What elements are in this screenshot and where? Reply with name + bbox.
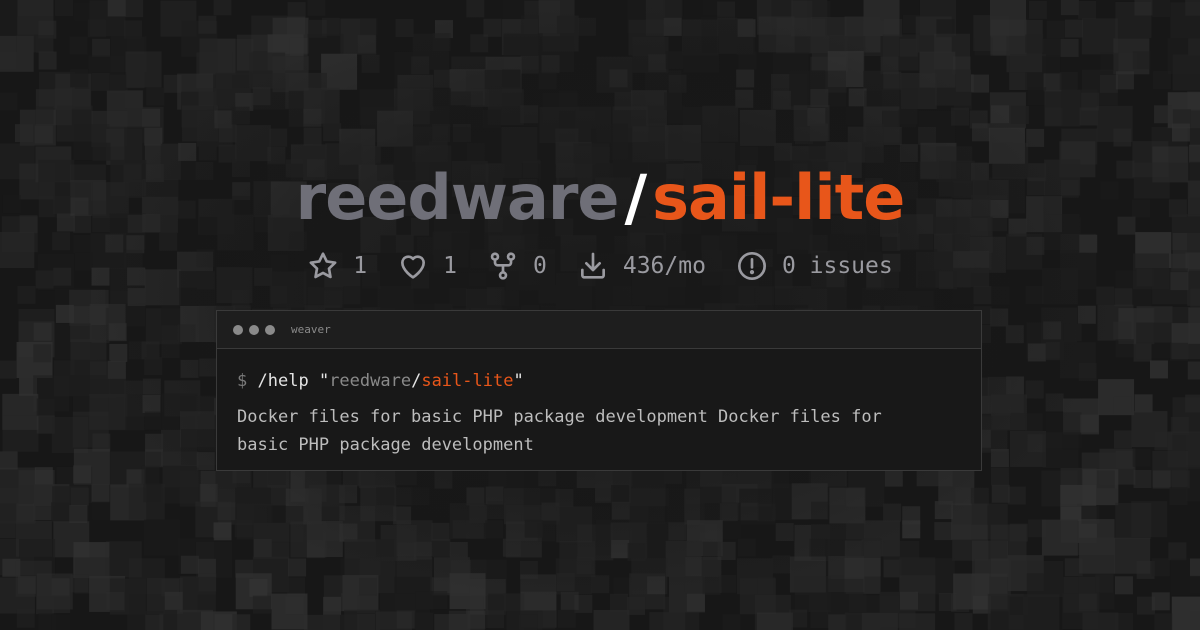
- stats-row: 1 1 0 436/mo 0 issues: [0, 250, 1200, 282]
- window-dot-icon: [249, 324, 259, 335]
- window-controls: [233, 324, 275, 335]
- stat-stars: 1: [307, 250, 367, 282]
- stat-likes: 1: [397, 250, 457, 282]
- quote-open: ": [318, 371, 330, 391]
- repo-name: sail-lite: [652, 161, 905, 234]
- command-arg-repo: sail-lite: [421, 371, 514, 391]
- stars-count: 1: [353, 253, 368, 279]
- forks-count: 0: [532, 253, 547, 279]
- stat-downloads: 436/mo: [577, 250, 706, 282]
- heart-icon: [401, 255, 426, 279]
- stat-forks: 0: [487, 250, 547, 282]
- likes-count: 1: [443, 253, 457, 279]
- quote-close: ": [513, 371, 524, 391]
- window-dot-icon: [233, 324, 243, 335]
- stat-issues: 0 issues: [736, 250, 893, 282]
- command-line: $ /help "reedware/sail-lite": [237, 367, 961, 395]
- window-dot-icon: [265, 324, 275, 335]
- command-arg-owner: reedware: [329, 371, 412, 391]
- prompt-symbol: $: [237, 371, 248, 391]
- page-title: reedware/sail-lite: [0, 160, 1200, 236]
- command-name: /help: [257, 371, 309, 391]
- command-output: Docker files for basic PHP package devel…: [237, 407, 882, 455]
- terminal-titlebar: weaver: [217, 311, 981, 349]
- download-icon: [580, 252, 605, 279]
- downloads-count: 436/mo: [622, 253, 706, 279]
- terminal-window: weaver $ /help "reedware/sail-lite" Dock…: [216, 310, 982, 471]
- title-separator: /: [624, 161, 647, 234]
- fork-icon: [490, 252, 516, 280]
- command-arg-separator: /: [411, 371, 422, 391]
- issues-count: 0 issues: [781, 253, 893, 279]
- terminal-body: $ /help "reedware/sail-lite" Docker file…: [217, 349, 981, 477]
- terminal-title: weaver: [291, 323, 331, 336]
- issue-icon: [737, 252, 766, 280]
- repo-owner: reedware: [295, 161, 620, 234]
- star-icon: [309, 252, 337, 279]
